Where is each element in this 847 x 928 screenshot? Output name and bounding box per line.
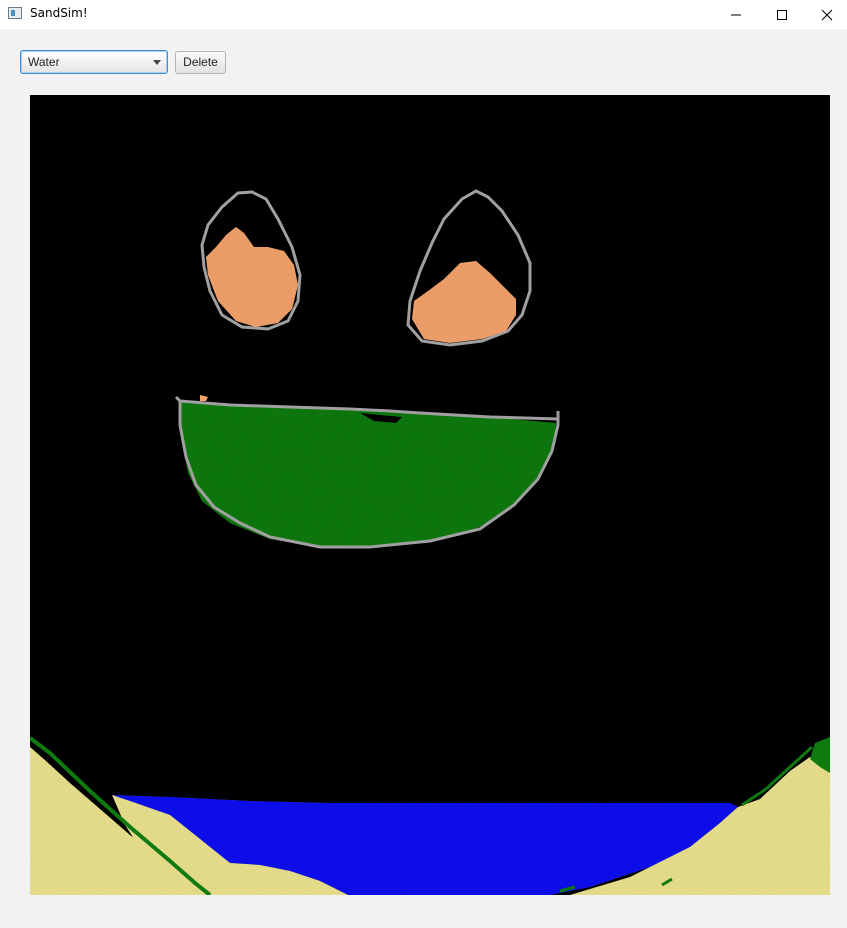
maximize-button[interactable] [759, 0, 805, 29]
minimize-button[interactable] [713, 0, 759, 29]
simulation-canvas[interactable] [30, 95, 830, 895]
chevron-down-icon[interactable] [153, 60, 161, 65]
minimize-icon [731, 14, 741, 16]
sandsim-window: SandSim! Water Delete [0, 0, 847, 928]
title-bar[interactable]: SandSim! [0, 0, 847, 29]
window-title: SandSim! [30, 6, 88, 20]
toolbar: Water Delete [0, 29, 847, 95]
material-select-value: Water [28, 55, 60, 69]
simulation-drawing [30, 95, 830, 895]
close-button[interactable] [804, 0, 847, 29]
delete-button[interactable]: Delete [175, 51, 226, 74]
app-icon [8, 7, 22, 19]
close-icon [821, 9, 833, 21]
maximize-icon [777, 10, 787, 20]
material-select[interactable]: Water [20, 50, 168, 74]
